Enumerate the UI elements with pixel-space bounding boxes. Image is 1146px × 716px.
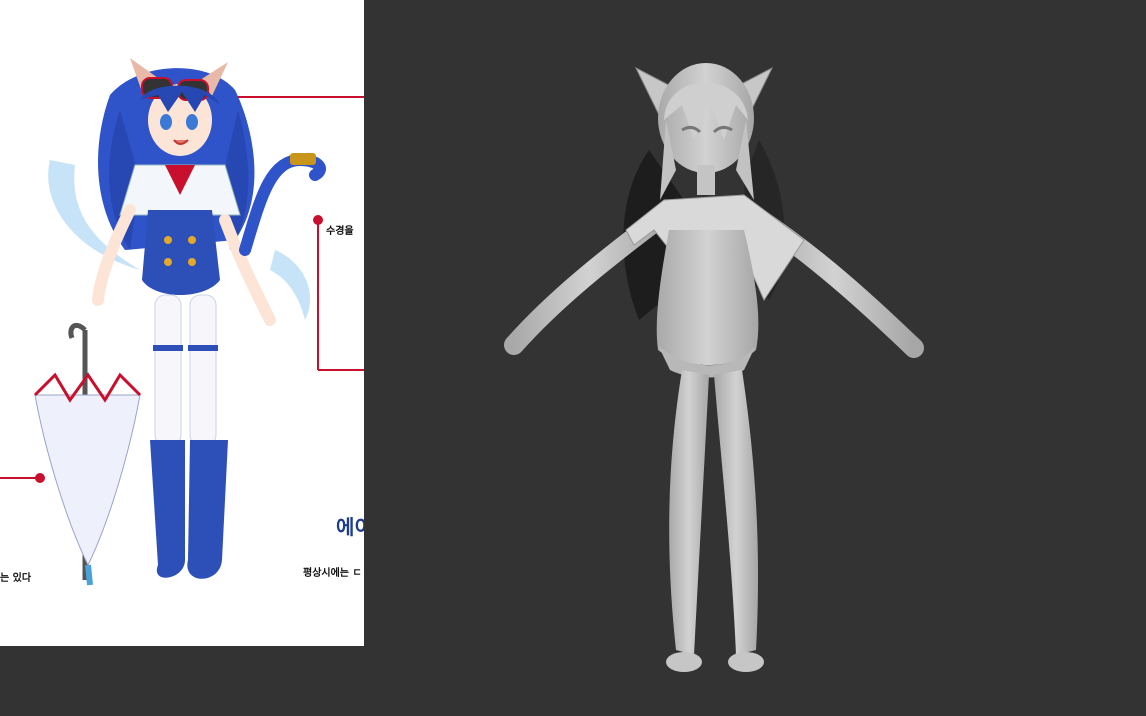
3d-viewport[interactable] (364, 0, 1146, 716)
character-illustration (0, 58, 364, 586)
caption-left: 는 있다 (0, 573, 32, 584)
caption-normal: 평상시에는 ㄷ (303, 568, 362, 579)
cat-tail-icon (239, 153, 326, 256)
section-heading: 에이 (336, 515, 364, 539)
t-pose-model[interactable] (364, 0, 1146, 716)
umbrella-icon (33, 323, 142, 586)
reference-sheet: 수경을 에이 평상시에는 ㄷ 는 있다 (0, 0, 364, 646)
annotation-water-label: 수경을 (326, 226, 354, 237)
